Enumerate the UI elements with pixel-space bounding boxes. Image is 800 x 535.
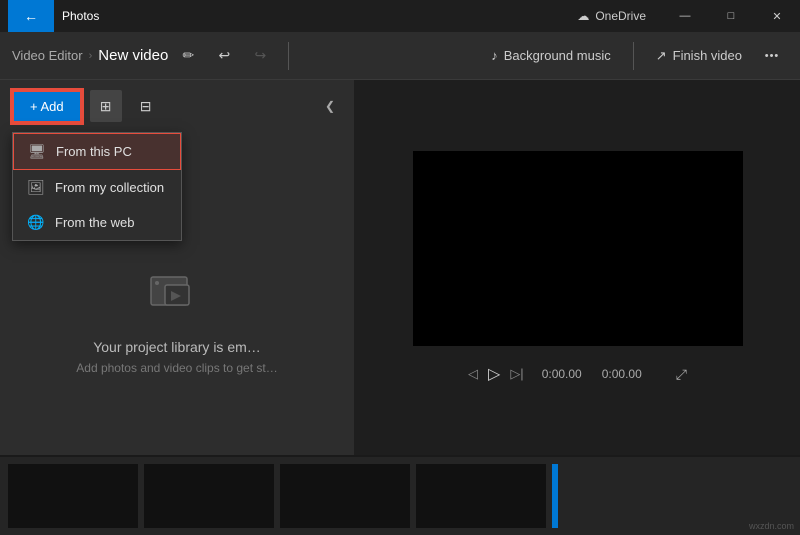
background-music-button[interactable]: ♪ Background music xyxy=(481,42,620,69)
music-icon: ♪ xyxy=(491,48,498,63)
app-title: Photos xyxy=(62,9,99,23)
play-button[interactable]: ▷ xyxy=(488,364,500,384)
title-bar-right: ☁ OneDrive — □ ✕ xyxy=(577,0,800,32)
list-view-button[interactable]: ⊟ xyxy=(130,90,162,122)
from-collection-label: From my collection xyxy=(55,180,164,195)
timeline-thumbnail-1 xyxy=(8,464,138,528)
from-pc-menu-item[interactable]: 🖥 From this PC xyxy=(13,133,181,170)
empty-state: Your project library is em… Add photos a… xyxy=(0,247,354,395)
list-view-icon: ⊟ xyxy=(140,98,152,115)
web-icon: 🌐 xyxy=(27,214,45,231)
from-web-label: From the web xyxy=(55,215,134,230)
finish-video-label: Finish video xyxy=(673,48,742,63)
from-collection-menu-item[interactable]: 🖼 From my collection xyxy=(13,170,181,205)
maximize-button[interactable]: □ xyxy=(708,0,754,32)
main-content: + Add ⊞ ⊟ ❮ 🖥 From this PC 🖼 From my col… xyxy=(0,80,800,455)
onedrive-section: ☁ OneDrive xyxy=(577,9,662,23)
separator xyxy=(288,42,289,70)
breadcrumb: Video Editor › New video xyxy=(12,47,168,64)
empty-state-subtitle: Add photos and video clips to get st… xyxy=(76,361,277,375)
finish-video-button[interactable]: ↗ Finish video xyxy=(646,42,752,70)
background-music-label: Background music xyxy=(504,48,611,63)
edit-button[interactable]: ✏ xyxy=(172,40,204,72)
time-current: 0:00.00 xyxy=(542,367,582,381)
timeline-thumbnail-3 xyxy=(280,464,410,528)
timeline-thumbnail-4 xyxy=(416,464,546,528)
command-bar-right: ♪ Background music ↗ Finish video ••• xyxy=(481,40,788,72)
watermark: wxzdn.com xyxy=(749,521,794,531)
panel-toolbar: + Add ⊞ ⊟ ❮ xyxy=(0,80,354,132)
collapse-button[interactable]: ❮ xyxy=(318,94,342,118)
redo-button[interactable]: ↪ xyxy=(244,40,276,72)
undo-button[interactable]: ↩ xyxy=(208,40,240,72)
forward-button[interactable]: ▷| xyxy=(510,366,523,382)
breadcrumb-separator: › xyxy=(89,50,93,62)
minimize-button[interactable]: — xyxy=(662,0,708,32)
cloud-icon: ☁ xyxy=(577,9,589,23)
fullscreen-button[interactable]: ⤢ xyxy=(676,366,687,383)
timeline-thumbnail-2 xyxy=(144,464,274,528)
grid-view-icon: ⊞ xyxy=(100,98,112,115)
breadcrumb-parent[interactable]: Video Editor xyxy=(12,48,83,63)
breadcrumb-current: New video xyxy=(98,47,168,64)
from-pc-label: From this PC xyxy=(56,144,132,159)
video-preview xyxy=(413,151,743,346)
timeline-strip xyxy=(0,455,800,535)
title-bar-left: ← Photos xyxy=(0,0,99,32)
rewind-button[interactable]: ◁ xyxy=(468,366,478,382)
right-panel: ◁ ▷ ▷| 0:00.00 0:00.00 ⤢ xyxy=(355,80,800,455)
timeline-end-bar xyxy=(552,464,558,528)
title-bar: ← Photos ☁ OneDrive — □ ✕ xyxy=(0,0,800,32)
back-button[interactable]: ← xyxy=(8,0,54,32)
close-button[interactable]: ✕ xyxy=(754,0,800,32)
empty-state-icon xyxy=(147,267,207,327)
add-button[interactable]: + Add xyxy=(12,90,82,123)
add-dropdown-menu: 🖥 From this PC 🖼 From my collection 🌐 Fr… xyxy=(12,132,182,241)
empty-state-title: Your project library is em… xyxy=(93,339,261,355)
from-web-menu-item[interactable]: 🌐 From the web xyxy=(13,205,181,240)
playback-controls: ◁ ▷ ▷| 0:00.00 0:00.00 ⤢ xyxy=(413,364,743,384)
time-total: 0:00.00 xyxy=(602,367,642,381)
back-arrow-icon: ← xyxy=(24,8,38,24)
onedrive-label: OneDrive xyxy=(595,9,646,23)
command-bar: Video Editor › New video ✏ ↩ ↪ ♪ Backgro… xyxy=(0,32,800,80)
window-controls: — □ ✕ xyxy=(662,0,800,32)
more-options-button[interactable]: ••• xyxy=(756,40,788,72)
share-icon: ↗ xyxy=(656,48,667,64)
left-panel: + Add ⊞ ⊟ ❮ 🖥 From this PC 🖼 From my col… xyxy=(0,80,355,455)
pc-icon: 🖥 xyxy=(28,143,46,160)
grid-view-button[interactable]: ⊞ xyxy=(90,90,122,122)
chevron-left-icon: ❮ xyxy=(325,99,335,113)
separator2 xyxy=(633,42,634,70)
collection-icon: 🖼 xyxy=(27,179,45,196)
